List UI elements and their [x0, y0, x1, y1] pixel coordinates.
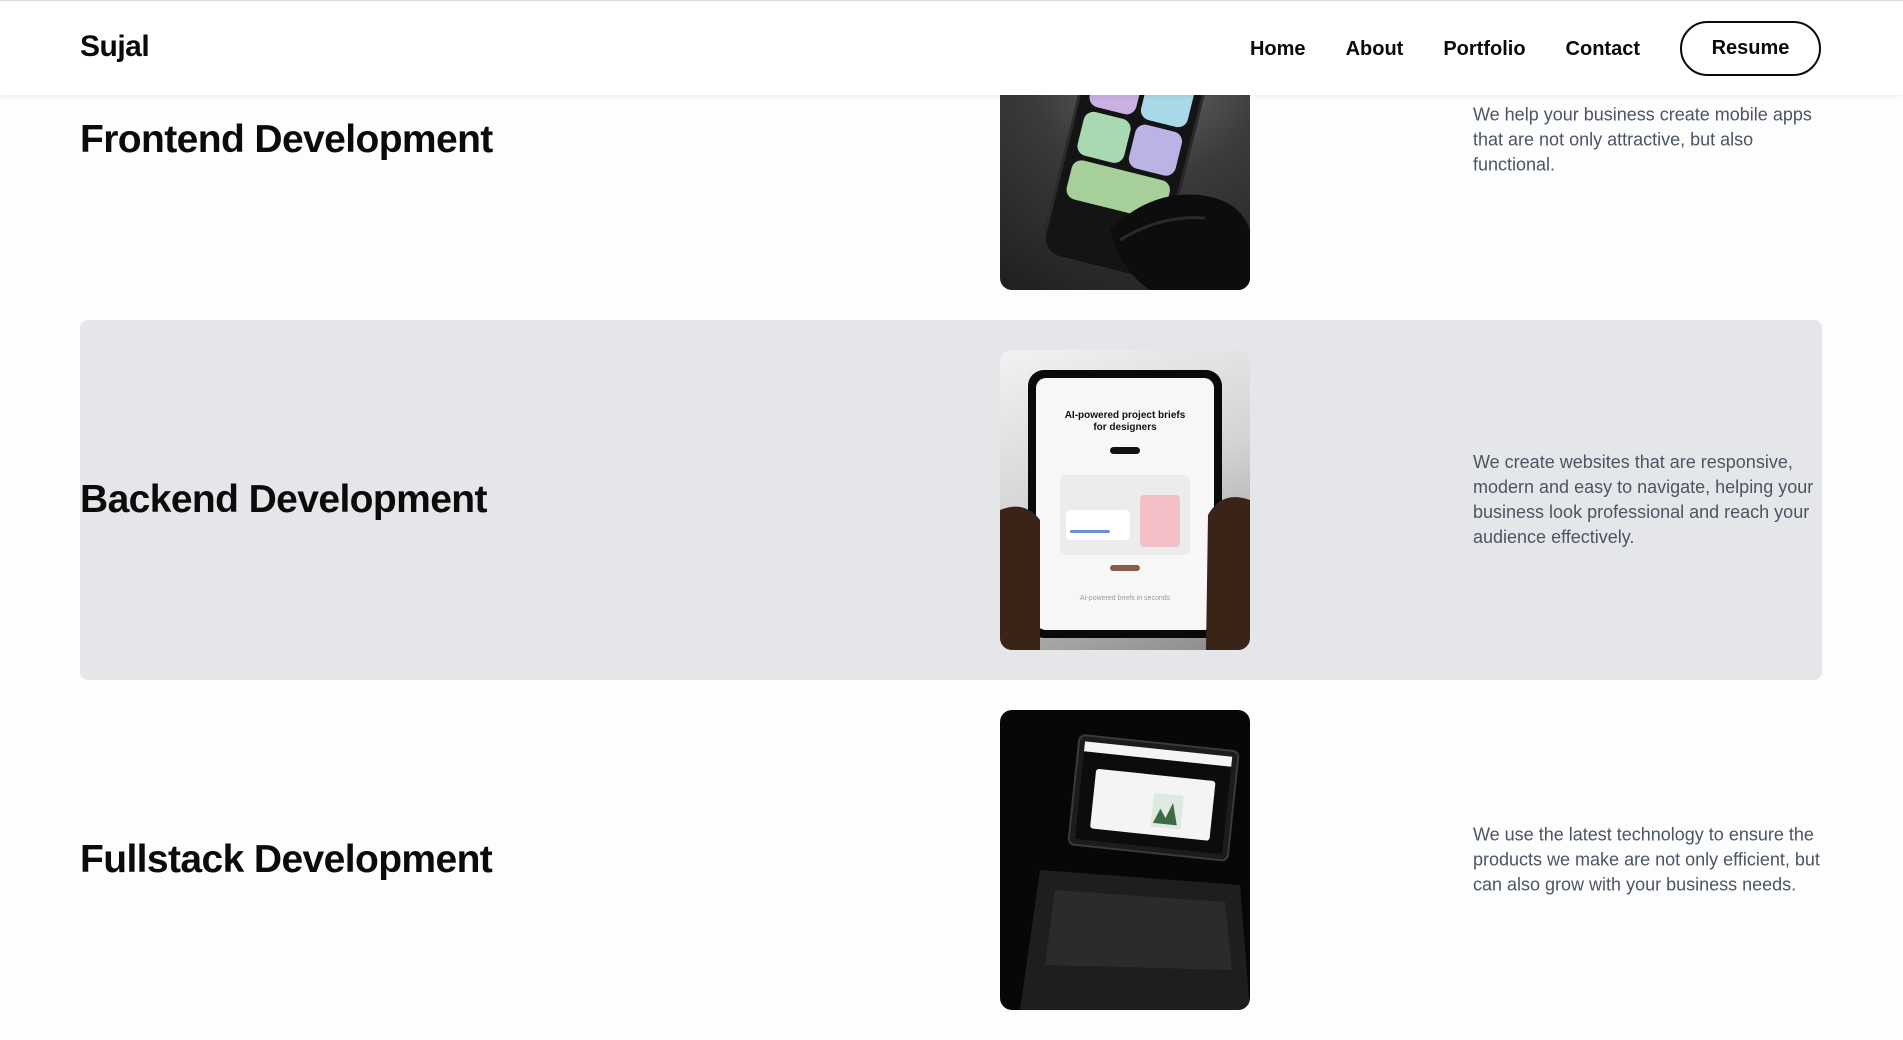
- service-row-fullstack[interactable]: Fullstack Development We use the latest …: [80, 680, 1822, 1040]
- navbar: Sujal Home About Portfolio Contact Resum…: [0, 0, 1903, 95]
- service-image-tablet: AI-powered project briefs for designers …: [1000, 350, 1250, 650]
- nav-portfolio-link[interactable]: Portfolio: [1443, 38, 1525, 61]
- service-title: Fullstack Development: [80, 838, 493, 881]
- brand-logo[interactable]: Sujal: [80, 30, 150, 64]
- service-image-laptop: [1000, 710, 1250, 1010]
- service-row-backend[interactable]: Backend Development AI-powered project b…: [80, 320, 1822, 680]
- nav-home-link[interactable]: Home: [1250, 38, 1306, 61]
- service-title: Backend Development: [80, 478, 488, 521]
- tablet-headline-1: AI-powered project briefs: [1065, 410, 1186, 421]
- service-description: We help your business create mobile apps…: [1473, 104, 1812, 175]
- resume-button[interactable]: Resume: [1680, 21, 1821, 76]
- service-title: Frontend Development: [80, 118, 493, 161]
- service-description: We create websites that are responsive, …: [1473, 452, 1814, 547]
- nav-about-link[interactable]: About: [1346, 38, 1404, 61]
- nav-contact-link[interactable]: Contact: [1566, 38, 1640, 61]
- laptop-illustration: [1020, 734, 1250, 1010]
- nav-links: Home About Portfolio Contact: [1250, 38, 1640, 61]
- service-description: We use the latest technology to ensure t…: [1473, 824, 1820, 895]
- tablet-caption: AI-powered briefs in seconds: [1080, 595, 1171, 602]
- tablet-headline-2: for designers: [1093, 422, 1157, 433]
- tablet-illustration: AI-powered project briefs for designers …: [1000, 370, 1250, 650]
